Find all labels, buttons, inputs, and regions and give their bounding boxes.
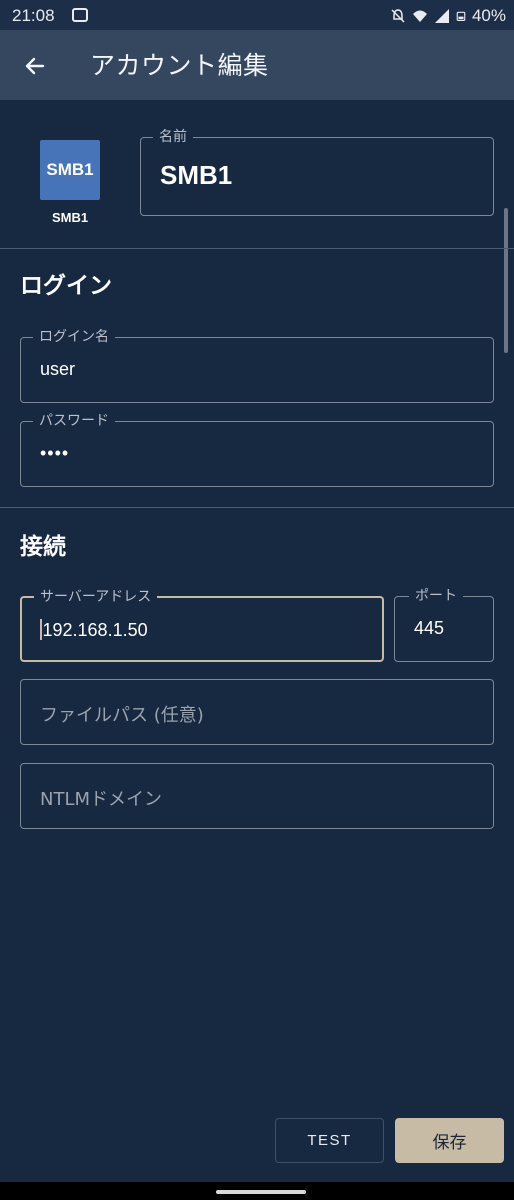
- password-field[interactable]: パスワード ••••: [20, 412, 494, 487]
- arrow-left-icon: [25, 57, 45, 75]
- server-address-value: 192.168.1.50: [42, 620, 148, 640]
- status-bar: 21:08 40%: [0, 0, 514, 30]
- account-type-icon-label: SMB1: [46, 160, 94, 179]
- password-label: パスワード: [33, 412, 115, 430]
- test-button[interactable]: TEST: [275, 1118, 384, 1163]
- account-type-icon[interactable]: SMB1: [40, 140, 100, 200]
- account-name-field[interactable]: 名前 SMB1: [140, 128, 494, 216]
- port-label: ポート: [409, 587, 463, 605]
- battery-icon: [456, 11, 466, 21]
- server-address-input: 192.168.1.50: [40, 619, 148, 641]
- mute-icon: [391, 9, 405, 23]
- username-value: user: [40, 359, 76, 379]
- app-bar: アカウント編集: [0, 30, 514, 100]
- divider: [0, 507, 514, 508]
- server-address-field[interactable]: サーバーアドレス 192.168.1.50: [20, 588, 384, 662]
- ntlm-domain-field[interactable]: NTLMドメイン: [20, 763, 494, 829]
- status-icons: 40%: [390, 6, 506, 26]
- signal-icon: [434, 9, 449, 23]
- port-field[interactable]: ポート 445: [394, 587, 494, 662]
- account-type-caption: SMB1: [51, 210, 89, 225]
- account-name-label: 名前: [153, 128, 193, 146]
- account-name-value: SMB1: [160, 160, 233, 190]
- save-button[interactable]: 保存: [395, 1118, 504, 1163]
- username-field[interactable]: ログイン名 user: [20, 328, 494, 403]
- connection-section-title: 接続: [20, 534, 66, 560]
- back-button[interactable]: [16, 47, 54, 85]
- file-path-field[interactable]: ファイルパス (任意): [20, 679, 494, 745]
- message-icon: [72, 8, 88, 22]
- wifi-icon: [412, 10, 427, 22]
- ntlm-domain-placeholder: NTLMドメイン: [40, 789, 163, 810]
- home-gesture-handle[interactable]: [216, 1190, 306, 1194]
- password-value: ••••: [40, 443, 70, 463]
- login-section-title: ログイン: [20, 273, 112, 299]
- battery-percent: 40%: [471, 6, 506, 25]
- scrollbar[interactable]: [504, 208, 508, 353]
- username-label: ログイン名: [33, 328, 115, 346]
- server-address-label: サーバーアドレス: [34, 588, 158, 606]
- page-title: アカウント編集: [90, 51, 269, 80]
- text-cursor: [40, 619, 42, 640]
- status-time: 21:08: [12, 6, 55, 25]
- divider: [0, 248, 514, 249]
- file-path-placeholder: ファイルパス (任意): [40, 705, 204, 726]
- port-value: 445: [414, 618, 445, 638]
